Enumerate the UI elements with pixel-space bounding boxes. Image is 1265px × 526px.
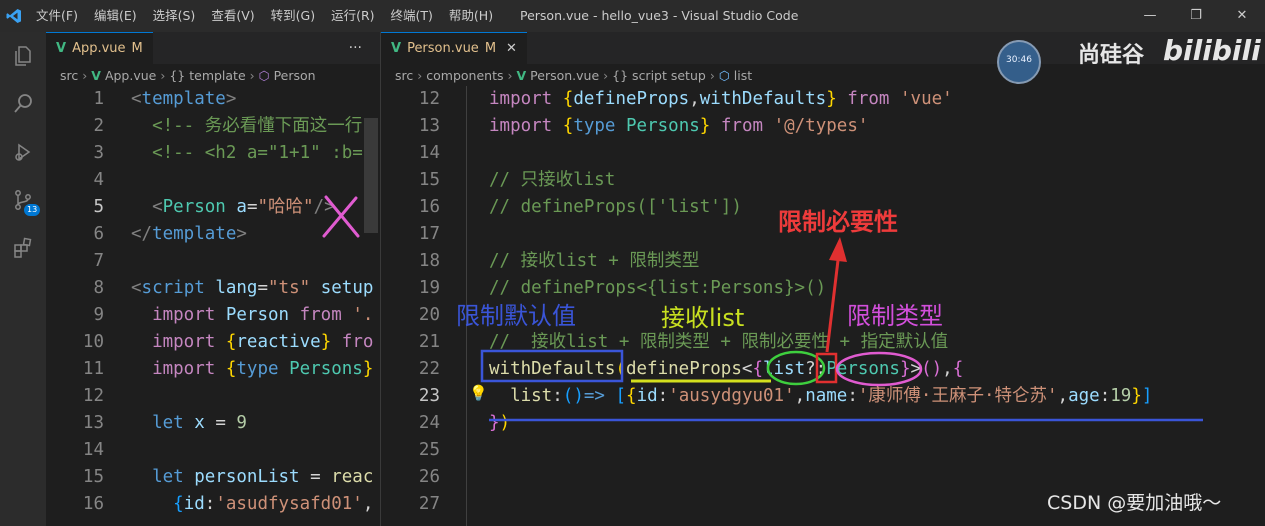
video-clock: 30:46 — [1006, 55, 1032, 65]
symbol-icon: ⬡ — [258, 67, 270, 83]
breadcrumb-item[interactable]: Person — [274, 68, 316, 83]
annotation-drawings — [480, 40, 1203, 422]
code-line[interactable]: 7 — [46, 248, 380, 275]
code-text: import {type Persons} — [152, 359, 374, 379]
annotation-cross — [322, 195, 360, 238]
line-number: 12 — [82, 386, 104, 406]
window-title: Person.vue - hello_vue3 - Visual Studio … — [520, 8, 799, 23]
code-text: import {reactive} fro — [152, 332, 374, 352]
line-number: 10 — [82, 332, 104, 352]
menu-help[interactable]: 帮助(H) — [441, 0, 501, 32]
editor-left: V App.vue M ··· src › V App.vue › {} templ… — [46, 32, 380, 526]
code-text: <Person a="哈哈"/> — [152, 197, 335, 217]
title-bar: 文件(F) 编辑(E) 选择(S) 查看(V) 转到(G) 运行(R) 终端(T… — [0, 0, 1265, 32]
more-actions-icon[interactable]: ··· — [349, 32, 362, 64]
bilibili-logo: bilibili — [1163, 34, 1261, 67]
code-text: import Person from '. — [152, 305, 374, 325]
code-line[interactable]: 12 — [46, 383, 380, 410]
editor-right: V Person.vue M ✕ src › components › V Pers… — [380, 32, 1265, 526]
chevron-right-icon: › — [249, 67, 255, 83]
code-line[interactable]: 3 <!-- <h2 a="1+1" :b=" — [46, 140, 380, 167]
code-line[interactable]: 1 <template> — [46, 86, 380, 113]
annotation-defaults: 限制默认值 — [456, 302, 576, 330]
line-number: 2 — [93, 116, 104, 136]
annotation-type: 限制类型 — [847, 302, 943, 330]
search-icon[interactable] — [0, 80, 46, 128]
line-number: 9 — [93, 305, 104, 325]
menu-edit[interactable]: 编辑(E) — [86, 0, 145, 32]
explorer-icon[interactable] — [0, 32, 46, 80]
brand-watermark: 尚硅谷 — [1078, 43, 1145, 68]
menu-terminal[interactable]: 终端(T) — [383, 0, 441, 32]
line-number: 4 — [93, 170, 104, 190]
activity-bar: 13 — [0, 32, 46, 526]
breadcrumb-item[interactable]: {} template — [169, 68, 245, 83]
scm-badge: 13 — [24, 204, 41, 216]
tab-label: App.vue — [72, 41, 126, 56]
code-line[interactable]: 9 import Person from '. — [46, 302, 380, 329]
code-line[interactable]: 14 — [46, 437, 380, 464]
code-line[interactable]: 15 let personList = reac — [46, 464, 380, 491]
restore-icon[interactable]: ❐ — [1173, 0, 1219, 32]
code-line[interactable]: 11 import {type Persons} — [46, 356, 380, 383]
window-controls: — ❐ ✕ — [1127, 0, 1265, 32]
vue-file-icon: V — [56, 41, 67, 56]
line-number: 3 — [93, 143, 104, 163]
code-text: let x = 9 — [152, 413, 247, 433]
line-number: 14 — [82, 440, 104, 460]
line-number: 15 — [82, 467, 104, 487]
line-number: 16 — [82, 494, 104, 514]
code-line[interactable]: 2 <!-- 务必看懂下面这一行 — [46, 113, 380, 140]
breadcrumb-item[interactable]: src — [60, 68, 78, 83]
breadcrumb: src › V App.vue › {} template › ⬡ Person — [46, 64, 380, 86]
line-number: 7 — [93, 251, 104, 271]
tab-bar-left: V App.vue M ··· — [46, 32, 380, 64]
annotation-receive: 接收list — [661, 304, 745, 332]
menu-bar: 文件(F) 编辑(E) 选择(S) 查看(V) 转到(G) 运行(R) 终端(T… — [28, 0, 501, 32]
code-area-left[interactable]: 1 <template> 2 <!-- 务必看懂下面这一行 3 <!-- <h2 a=… — [46, 86, 380, 518]
run-debug-icon[interactable] — [0, 128, 46, 176]
csdn-watermark: CSDN @要加油哦～ — [1047, 492, 1222, 514]
chevron-right-icon: › — [160, 67, 166, 83]
modified-indicator: M — [131, 41, 143, 56]
close-window-icon[interactable]: ✕ — [1219, 0, 1265, 32]
menu-file[interactable]: 文件(F) — [28, 0, 86, 32]
code-text: {id:'asudfysafd01', — [173, 494, 374, 514]
chevron-right-icon: › — [82, 67, 88, 83]
menu-view[interactable]: 查看(V) — [203, 0, 262, 32]
annotation-required: 限制必要性 — [778, 208, 898, 236]
code-text: let personList = reac — [152, 467, 374, 487]
code-text: <script lang="ts" setup — [131, 278, 374, 298]
breadcrumb-item[interactable]: App.vue — [105, 68, 156, 83]
source-control-icon[interactable]: 13 — [0, 176, 46, 224]
extensions-icon[interactable] — [0, 224, 46, 272]
menu-selection[interactable]: 选择(S) — [145, 0, 204, 32]
vue-file-icon: V — [91, 67, 101, 83]
code-text: <!-- <h2 a="1+1" :b=" — [152, 143, 374, 163]
code-line[interactable]: 4 — [46, 167, 380, 194]
code-text: </template> — [131, 224, 247, 244]
menu-go[interactable]: 转到(G) — [263, 0, 323, 32]
menu-run[interactable]: 运行(R) — [323, 0, 382, 32]
code-line[interactable]: 16 {id:'asudfysafd01', — [46, 491, 380, 518]
code-line[interactable]: 13 let x = 9 — [46, 410, 380, 437]
code-line[interactable]: 10 import {reactive} fro — [46, 329, 380, 356]
code-text: <!-- 务必看懂下面这一行 — [152, 116, 363, 136]
line-number: 13 — [82, 413, 104, 433]
scrollbar-thumb[interactable] — [364, 118, 378, 233]
minimize-icon[interactable]: — — [1127, 0, 1173, 32]
tab-app-vue[interactable]: V App.vue M — [46, 32, 153, 64]
line-number: 11 — [82, 359, 104, 379]
line-number: 8 — [93, 278, 104, 298]
line-number: 6 — [93, 224, 104, 244]
code-text: <template> — [131, 89, 237, 109]
line-number: 5 — [93, 197, 104, 217]
line-number: 1 — [93, 89, 104, 109]
vscode-logo-icon — [0, 0, 28, 32]
code-line[interactable]: 8 <script lang="ts" setup — [46, 275, 380, 302]
